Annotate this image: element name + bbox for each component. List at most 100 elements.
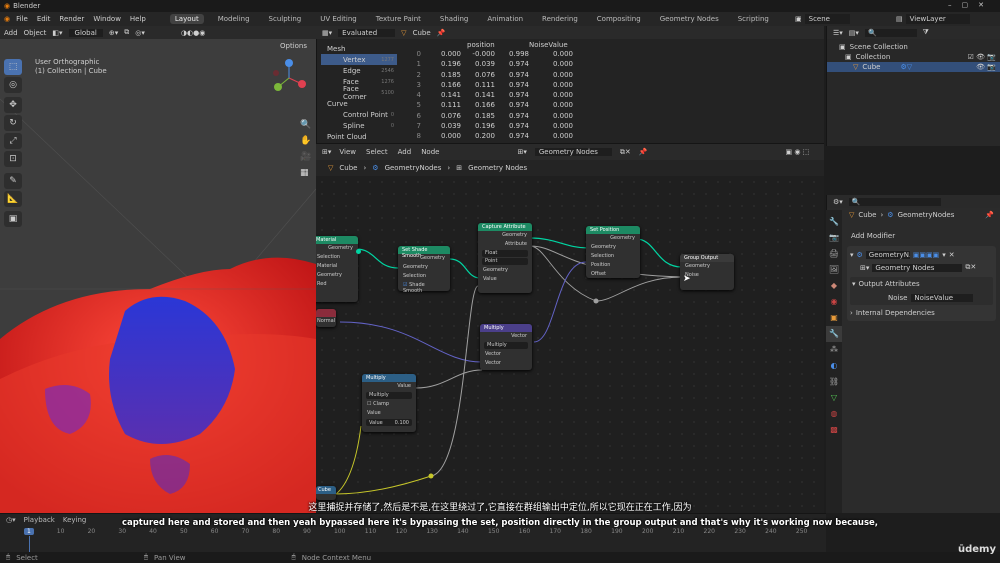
workspace-tab-compositing[interactable]: Compositing xyxy=(592,14,646,24)
value-field[interactable]: Value 0.100 xyxy=(366,419,412,426)
add-menu[interactable]: Add xyxy=(4,29,18,37)
modifier-tab-icon[interactable]: 🔧 xyxy=(826,326,842,342)
workspace-tab-geometry-nodes[interactable]: Geometry Nodes xyxy=(655,14,724,24)
menu-render[interactable]: Render xyxy=(59,15,84,23)
pin-icon[interactable]: 📌 xyxy=(639,148,648,156)
properties-search[interactable]: 🔍 xyxy=(848,197,941,206)
pin-icon[interactable]: 📌 xyxy=(437,29,446,37)
node-vector-multiply[interactable]: Multiply Vector Multiply Vector Vector xyxy=(480,324,532,370)
measure-icon[interactable]: 📐 xyxy=(4,191,22,207)
blender-menu-icon[interactable]: ◉ xyxy=(4,15,10,23)
proportional-icon[interactable]: ◎▾ xyxy=(135,29,145,37)
cursor-icon[interactable]: ◎ xyxy=(4,77,22,93)
node-tree-name[interactable]: Geometry Nodes xyxy=(534,148,612,156)
outliner-filter-icon[interactable]: ▤▾ xyxy=(849,29,859,37)
world-tab-icon[interactable]: ◉ xyxy=(826,294,842,310)
outliner-collection[interactable]: ▣ Collection ☑ 👁 📷 xyxy=(827,52,1000,62)
constraints-tab-icon[interactable]: ⛓ xyxy=(826,374,842,390)
properties-editor-icon[interactable]: ⚙▾ xyxy=(833,198,843,206)
operation-dropdown[interactable]: Multiply xyxy=(484,342,528,349)
evaluated-dropdown[interactable]: Evaluated xyxy=(338,28,396,37)
menu-window[interactable]: Window xyxy=(93,15,121,23)
snap-icon[interactable]: ⧉ xyxy=(124,28,129,37)
node-editor-icon[interactable]: ⊞▾ xyxy=(322,148,331,156)
output-attributes-panel[interactable]: ▾ Output Attributes Noise NoiseValue xyxy=(850,277,993,305)
outliner-editor-icon[interactable]: ☰▾ xyxy=(833,29,843,37)
workspace-tab-modeling[interactable]: Modeling xyxy=(213,14,255,24)
window-controls[interactable]: –▢✕ xyxy=(948,1,994,9)
texture-tab-icon[interactable]: ▩ xyxy=(826,422,842,438)
options-button[interactable]: Options xyxy=(280,42,307,50)
render-tab-icon[interactable]: 📷 xyxy=(826,230,842,246)
operation-dropdown[interactable]: Multiply xyxy=(366,392,412,399)
workspace-tab-shading[interactable]: Shading xyxy=(435,14,473,24)
physics-tab-icon[interactable]: ◐ xyxy=(826,358,842,374)
modifier-toggle-icons[interactable]: ▣▣▣▣ xyxy=(913,251,939,259)
remove-modifier-icon[interactable]: ✕ xyxy=(949,251,955,259)
pin-icon[interactable]: 📌 xyxy=(985,211,994,219)
filter-icon[interactable]: ⧩ xyxy=(923,28,929,37)
workspace-tab-sculpting[interactable]: Sculpting xyxy=(264,14,307,24)
view-layer-tab-icon[interactable]: 🖼 xyxy=(826,262,842,278)
output-tab-icon[interactable]: 🖨 xyxy=(826,246,842,262)
spreadsheet-domain-control-point[interactable]: Control Point 0 xyxy=(321,109,397,120)
collapse-icon[interactable]: ▾ xyxy=(850,251,854,259)
spreadsheet-domain-vertex[interactable]: Vertex 1277 xyxy=(321,54,397,65)
node-menu-view[interactable]: View xyxy=(339,148,356,156)
data-tab-icon[interactable]: ▽ xyxy=(826,390,842,406)
3d-viewport[interactable]: User Orthographic (1) Collection | Cube … xyxy=(0,39,316,513)
scene-selector[interactable]: ▣ Scene xyxy=(795,14,859,24)
node-tree-actions[interactable]: ⧉✕ xyxy=(620,148,631,157)
node-math-multiply[interactable]: Multiply Value Multiply ☐ Clamp Value Va… xyxy=(362,374,416,432)
view-controls[interactable]: 🔍 ✋ 🎥 ▦ xyxy=(300,117,311,181)
spreadsheet-domain-mesh[interactable]: Mesh xyxy=(321,43,397,54)
mode-selector-icon[interactable]: ◧▾ xyxy=(52,29,62,37)
outliner-object-cube[interactable]: ▽ Cube ⚙▽ 👁 📷 xyxy=(827,62,1000,72)
workspace-tab-layout[interactable]: Layout xyxy=(169,14,204,24)
workspace-tab-texture-paint[interactable]: Texture Paint xyxy=(371,14,426,24)
object-menu[interactable]: Object xyxy=(24,29,47,37)
workspace-tab-scripting[interactable]: Scripting xyxy=(733,14,774,24)
tool-tab-icon[interactable]: 🔧 xyxy=(826,214,842,230)
visibility-icons[interactable]: ☑ 👁 📷 xyxy=(968,53,996,61)
node-menu-add[interactable]: Add xyxy=(398,148,412,156)
modifier-name-field[interactable]: GeometryN... xyxy=(865,250,910,259)
node-group-output[interactable]: Group Output Geometry Noise xyxy=(680,254,734,290)
visibility-icons[interactable]: 👁 📷 xyxy=(976,63,996,71)
workspace-tab-uv-editing[interactable]: UV Editing xyxy=(315,14,362,24)
particles-tab-icon[interactable]: ⁂ xyxy=(826,342,842,358)
transform-icon[interactable]: ⊡ xyxy=(4,151,22,167)
navigation-gizmo[interactable] xyxy=(268,57,310,99)
node-tree-actions[interactable]: ⧉✕ xyxy=(965,263,976,272)
node-editor-view-icons[interactable]: ▣ ◉ ⬚ xyxy=(786,148,810,156)
menu-help[interactable]: Help xyxy=(130,15,146,23)
outliner-search-icon[interactable]: 🔍 xyxy=(864,28,917,37)
move-icon[interactable]: ✥ xyxy=(4,97,22,113)
noise-attribute-field[interactable]: NoiseValue xyxy=(911,293,974,302)
data-type-dropdown[interactable]: Float xyxy=(482,250,528,257)
checkbox-icon[interactable]: ☐ xyxy=(367,401,371,407)
spreadsheet-domain-edge[interactable]: Edge 2546 xyxy=(321,65,397,76)
spreadsheet-domain-spline[interactable]: Spline 0 xyxy=(321,120,397,131)
select-box-icon[interactable]: ⬚ xyxy=(4,59,22,75)
node-set-material[interactable]: Material Geometry Selection Material Geo… xyxy=(316,236,361,302)
domain-dropdown[interactable]: Point xyxy=(482,258,528,265)
node-cube[interactable]: Cube xyxy=(316,486,336,500)
node-capture-attribute[interactable]: Capture Attribute Geometry Attribute Flo… xyxy=(478,223,532,293)
workspace-tab-rendering[interactable]: Rendering xyxy=(537,14,583,24)
pivot-icon[interactable]: ⊕▾ xyxy=(109,29,118,37)
add-cube-icon[interactable]: ▣ xyxy=(4,211,22,227)
spreadsheet-editor-icon[interactable]: ▦▾ xyxy=(322,29,332,37)
scene-tab-icon[interactable]: ◆ xyxy=(826,278,842,294)
object-tab-icon[interactable]: ▣ xyxy=(826,310,842,326)
node-menu-select[interactable]: Select xyxy=(366,148,388,156)
menu-edit[interactable]: Edit xyxy=(37,15,51,23)
node-editor-canvas[interactable]: Material Geometry Selection Material Geo… xyxy=(316,176,824,513)
spreadsheet-domain-face-corner[interactable]: Face Corner 5100 xyxy=(321,85,397,101)
node-set-position[interactable]: Set Position Geometry Geometry Selection… xyxy=(586,226,640,278)
outliner-scene-collection[interactable]: ▣ Scene Collection xyxy=(827,42,1000,52)
add-modifier-button[interactable]: Add Modifier xyxy=(849,232,996,242)
rotate-icon[interactable]: ↻ xyxy=(4,115,22,131)
current-frame-indicator[interactable]: 1 xyxy=(24,528,34,535)
node-menu-node[interactable]: Node xyxy=(421,148,439,156)
